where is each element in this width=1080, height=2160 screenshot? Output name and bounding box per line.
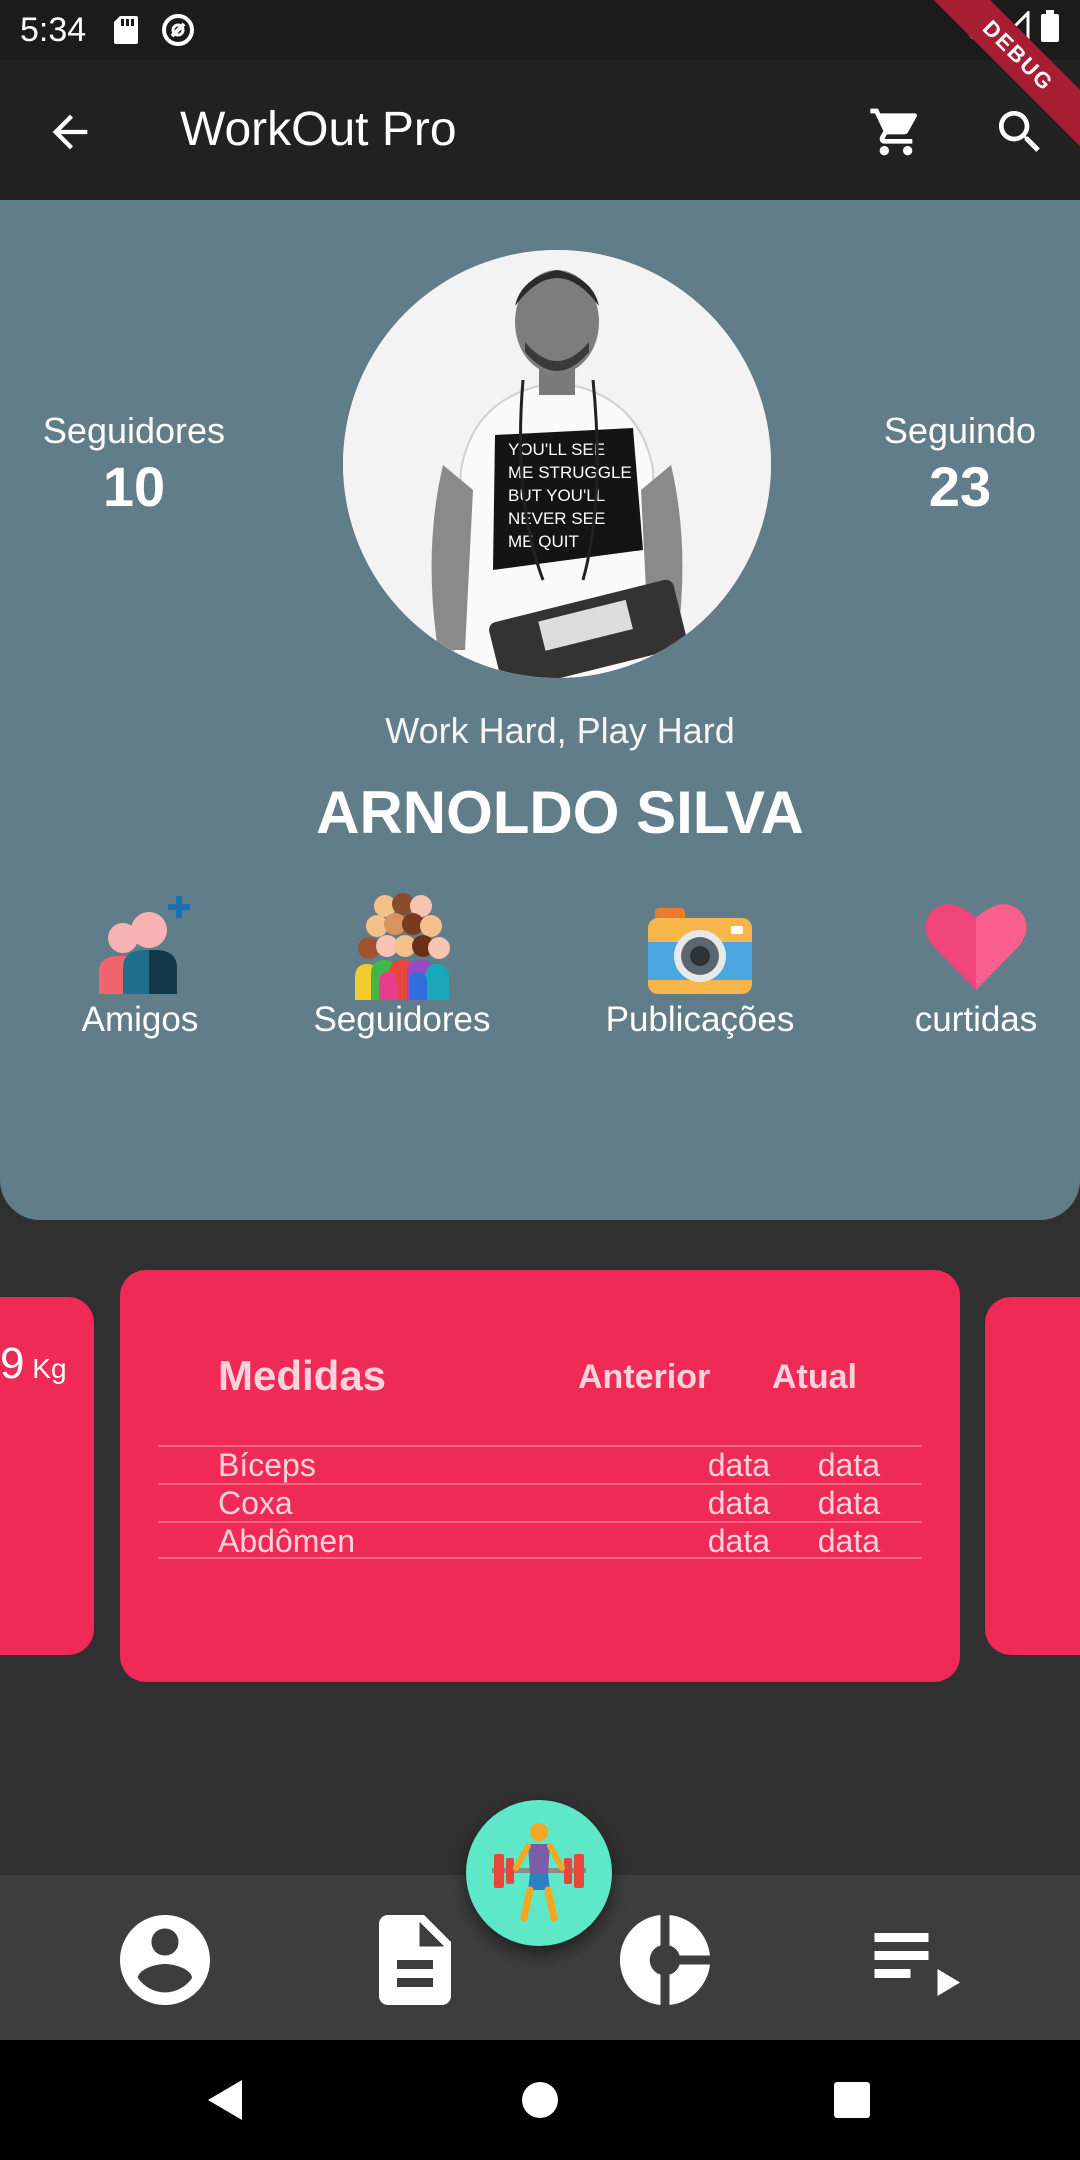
back-icon[interactable] [200,2074,252,2126]
followers-label: Seguidores [42,410,226,451]
weight-unit: Kg [32,1353,67,1384]
action-followers-label: Seguidores [313,1000,491,1039]
measures-title: Medidas [218,1352,387,1399]
shirt-line-1: YOU'LL SEE [508,440,605,459]
measure-current: data [817,1447,880,1483]
workout-fab[interactable] [466,1800,612,1946]
measures-table: Bíceps data data Coxa data data Abdômen … [158,1445,922,1559]
measure-name: Coxa [218,1485,293,1521]
chart-icon[interactable] [610,1905,720,2015]
measure-name: Abdômen [218,1523,355,1559]
table-row: Bíceps data data [158,1445,922,1483]
table-row: Abdômen data data [158,1521,922,1559]
heart-icon [846,890,1080,1000]
app-title: WorkOut Pro [180,103,457,156]
followers-count: 10 [102,455,166,518]
crowd-icon [272,890,532,1000]
cart-icon[interactable] [868,104,924,160]
home-icon[interactable] [514,2074,566,2126]
profile-bio: Work Hard, Play Hard [385,710,735,751]
document-icon[interactable] [360,1905,470,2015]
action-likes-label: curtidas [914,1000,1038,1039]
action-posts[interactable]: Publicações [570,890,830,1040]
profile-icon[interactable] [110,1905,220,2015]
recents-icon[interactable] [826,2074,878,2126]
app-bar: WorkOut Pro [0,60,1080,200]
action-posts-label: Publicações [605,1000,795,1039]
battery-icon [1040,10,1060,47]
measure-name: Bíceps [218,1447,316,1483]
weight-value: 9 Kg [0,1339,67,1389]
sd-card-icon [112,14,140,46]
status-bar: 5:34 [0,0,1080,60]
col-current: Atual [772,1358,857,1396]
action-friends-label: Amigos [81,1000,199,1039]
system-nav-bar [0,2040,1080,2160]
profile-panel: Seguidores 10 YOU'LL SEE ME STRUGGLE BUT… [0,200,1080,1220]
measures-card[interactable]: Medidas Anterior Atual Bíceps data data … [120,1270,960,1682]
next-card-partial[interactable] [985,1297,1080,1655]
playlist-icon[interactable] [860,1905,970,2015]
following-label: Seguindo [883,410,1037,451]
weight-card-partial[interactable]: 9 Kg [0,1297,94,1655]
shirt-line-4: NEVER SEE [508,509,605,528]
measure-previous: data [707,1485,770,1521]
measure-current: data [817,1485,880,1521]
following-count: 23 [928,455,992,518]
measure-current: data [817,1523,880,1559]
col-previous: Anterior [578,1358,711,1396]
camera-icon [570,890,830,1000]
sync-icon [160,12,196,48]
table-row: Coxa data data [158,1483,922,1521]
back-arrow-icon[interactable] [44,106,96,158]
following-stat[interactable]: Seguindo 23 [840,410,1080,519]
weightlifter-icon [484,1816,594,1931]
avatar[interactable]: YOU'LL SEE ME STRUGGLE BUT YOU'LL NEVER … [343,250,771,678]
action-followers[interactable]: Seguidores [272,890,532,1040]
shirt-line-5: ME QUIT [508,532,579,551]
action-likes[interactable]: curtidas [846,890,1080,1040]
status-time: 5:34 [20,10,87,49]
weight-number: 9 [0,1339,25,1388]
add-friends-icon [10,890,270,1000]
shirt-line-2: ME STRUGGLE [508,463,632,482]
measure-previous: data [707,1447,770,1483]
measure-previous: data [707,1523,770,1559]
followers-stat[interactable]: Seguidores 10 [14,410,254,519]
search-icon[interactable] [992,104,1048,160]
action-friends[interactable]: Amigos [10,890,270,1040]
profile-name: ARNOLDO SILVA [316,779,804,846]
